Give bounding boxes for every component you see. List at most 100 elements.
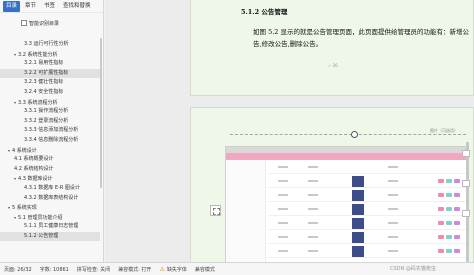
- toc-item[interactable]: 4.3.2 数据库表结构设计: [24, 194, 78, 203]
- chevron-down-icon[interactable]: ▾: [14, 215, 16, 220]
- table-cell: [388, 236, 398, 238]
- toc-item-label: 3.2.1 易用性指标: [24, 60, 64, 67]
- table-row: [268, 189, 468, 202]
- toc-item[interactable]: ▾ 3.2 系统性能分析: [14, 50, 58, 59]
- toc-item[interactable]: 5.1.1 员工健康日志管理: [24, 222, 78, 231]
- row-action-button: [454, 193, 460, 197]
- row-action-button: [454, 179, 460, 183]
- status-compat-toggle[interactable]: 兼容模式: 打开: [118, 266, 151, 273]
- row-action-button: [438, 207, 444, 211]
- section-heading[interactable]: 5.1.2 公告管理: [241, 6, 287, 16]
- side-tool-icon[interactable]: [462, 210, 470, 217]
- smart-toc-label: 智能识别目录: [29, 20, 60, 27]
- toc-item[interactable]: 3.3.2 登录流程分析: [24, 117, 68, 126]
- toc-item[interactable]: ▾ 5 系统实现: [8, 203, 37, 212]
- toc-item[interactable]: ▾ 5.1 管理员功能介绍: [14, 213, 63, 222]
- embedded-screenshot-image[interactable]: [225, 146, 469, 264]
- document-page: [190, 0, 474, 96]
- chevron-down-icon[interactable]: ▾: [14, 52, 16, 57]
- row-action-button: [454, 207, 460, 211]
- row-action-button: [446, 235, 452, 239]
- image-selection-border: [230, 134, 466, 135]
- thumbnail-image: [352, 190, 364, 201]
- toc-item[interactable]: 4.2 系统结构设计: [14, 165, 54, 174]
- table-row: [268, 231, 468, 244]
- toc-item[interactable]: ▾ 4.3 数据库设计: [14, 174, 53, 183]
- status-missing-font[interactable]: 缺失字体: [167, 266, 187, 273]
- toc-item[interactable]: ▾ 3.3 系统流程分析: [14, 98, 58, 107]
- toc-item[interactable]: 5.1.2 公告管理: [0, 232, 100, 241]
- smart-toc-checkbox[interactable]: [21, 20, 27, 26]
- toc-item-label: 3.3.3 信息添加流程分析: [24, 127, 79, 134]
- row-action-button: [438, 221, 444, 225]
- toc-item[interactable]: 4.3.1 数据库 E-R 图设计: [24, 184, 80, 193]
- side-tool-icon[interactable]: [462, 150, 470, 157]
- paragraph-line[interactable]: 告,修改公告,删除公告。: [253, 40, 322, 49]
- tab-chapters[interactable]: 章节: [22, 1, 39, 12]
- toc-item-label: 3.3.4 信息删除流程分析: [24, 137, 79, 143]
- table-cell: [308, 180, 318, 182]
- thumbnail-image: [352, 246, 364, 257]
- row-action-button: [446, 249, 452, 253]
- layout-options-icon[interactable]: [210, 205, 221, 216]
- toc-item-label: 3.3 运行可行性分析: [24, 41, 69, 47]
- row-action-button: [454, 235, 460, 239]
- smart-toc-toggle[interactable]: 智能识别目录: [0, 18, 103, 28]
- status-spellcheck[interactable]: 拼写检查: 关闭: [77, 266, 110, 273]
- watermark-text: CSDN @码农猫爬虫: [390, 266, 436, 272]
- toc-item-label: 5.1.1 员工健康日志管理: [24, 223, 79, 230]
- toc-item[interactable]: 3.3.3 信息添加流程分析: [24, 126, 78, 135]
- table-cell: [278, 194, 288, 196]
- toc-item[interactable]: ▾ 4 系统设计: [8, 146, 37, 155]
- status-word-count[interactable]: 字数: 10861: [40, 266, 69, 273]
- toc-item-label: 4.1 系统概要设计: [14, 156, 54, 163]
- document-scrollbar[interactable]: [466, 142, 469, 262]
- image-caption-tag: 图片（可选项）: [430, 128, 458, 133]
- toc-item-label: 3.2.4 安全性指标: [24, 89, 64, 95]
- row-action-button: [438, 179, 444, 183]
- tab-bookmarks[interactable]: 书签: [41, 1, 58, 12]
- toc-item[interactable]: 3.2.3 健壮性指标: [24, 78, 63, 87]
- warning-icon: ⚠: [159, 265, 165, 273]
- table-cell: [308, 166, 318, 168]
- toc-item[interactable]: 3.3.4 信息删除流程分析: [24, 136, 78, 145]
- table-row: [268, 245, 468, 258]
- toc-item[interactable]: 3.2.2 可扩展性指标: [0, 68, 100, 78]
- toc-item-label: 3.2 系统性能分析: [18, 51, 58, 58]
- row-action-button: [454, 249, 460, 253]
- chevron-down-icon[interactable]: ▾: [14, 100, 16, 105]
- nav-tab-bar: 目录 章节 书签 查找和替换: [0, 0, 103, 13]
- table-cell: [388, 166, 398, 168]
- toc-item-label: 3.3.2 登录流程分析: [24, 117, 69, 124]
- toc-item[interactable]: 4.1 系统概要设计: [14, 155, 54, 164]
- tab-toc[interactable]: 目录: [3, 0, 21, 12]
- toc-item[interactable]: 3.3.1 操作流程分析: [24, 107, 68, 116]
- table-cell: [278, 166, 288, 168]
- chevron-down-icon[interactable]: ▾: [14, 176, 16, 181]
- row-action-button: [446, 179, 452, 183]
- toc-item-label: 4.2 系统结构设计: [14, 165, 54, 172]
- table-cell: [278, 236, 288, 238]
- toc-scrollbar[interactable]: [100, 38, 102, 188]
- row-action-button: [446, 221, 452, 225]
- status-page[interactable]: 页面: 26/32: [4, 266, 32, 273]
- table-cell: [388, 250, 398, 252]
- rotate-handle-icon[interactable]: [351, 131, 358, 138]
- chevron-down-icon[interactable]: ▾: [8, 148, 10, 153]
- toc-item-label: 4.3.1 数据库 E-R 图设计: [24, 185, 80, 191]
- paragraph-line[interactable]: 如图 5.2 显示的就是公告管理页面，此页面提供给管理员的功能有：新增公: [253, 28, 469, 37]
- chevron-down-icon[interactable]: ▾: [8, 205, 10, 210]
- toc-item-label: 5.1.2 公告管理: [24, 233, 59, 239]
- toc-item[interactable]: 3.2.4 安全性指标: [24, 88, 63, 97]
- table-cell: [388, 208, 398, 210]
- table-cell: [388, 180, 398, 182]
- table-row: [268, 203, 468, 216]
- side-tool-icon[interactable]: [462, 180, 470, 187]
- toc-item[interactable]: 3.2.1 易用性指标: [24, 59, 63, 68]
- thumbnail-image: [352, 204, 364, 215]
- tab-find-replace[interactable]: 查找和替换: [60, 1, 94, 12]
- toc-item[interactable]: 3.3 运行可行性分析: [24, 40, 69, 49]
- toc-item-label: 5 系统实现: [12, 205, 37, 212]
- table-cell: [388, 222, 398, 224]
- toc-item-label: 3.3.1 操作流程分析: [24, 108, 69, 115]
